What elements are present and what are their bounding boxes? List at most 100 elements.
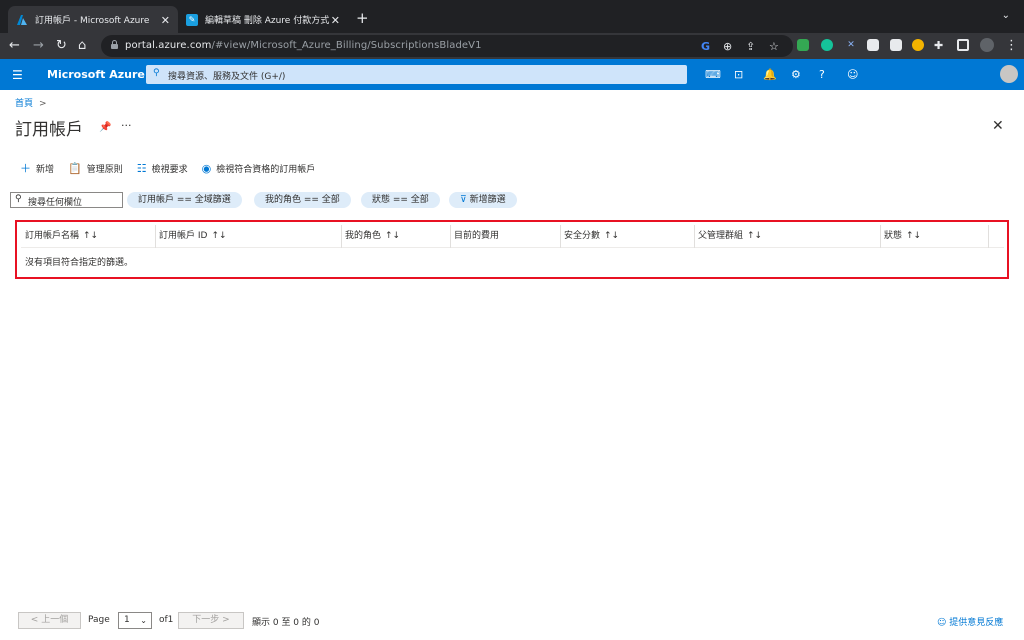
search-icon: ⚲ [15, 194, 22, 204]
column-header-label: 訂用帳戶名稱 [25, 231, 80, 241]
add-button[interactable]: ＋ 新增 [20, 160, 54, 176]
url-path: /#view/Microsoft_Azure_Billing/Subscript… [211, 40, 482, 51]
notion-icon[interactable] [867, 39, 879, 51]
notifications-bell-icon[interactable]: 🔔 [763, 68, 777, 81]
pagination: < 上一個 Page 1 ⌄ of1 下一步 > 顯示 0 至 0 的 0 [18, 612, 418, 629]
empty-grid-message: 沒有項目符合指定的篩選。 [25, 258, 134, 268]
extension-x-icon[interactable]: ✕ [845, 39, 857, 51]
forward-icon[interactable]: → [33, 38, 44, 53]
breadcrumb-chevron-icon: > [39, 99, 47, 109]
global-search-input[interactable]: ⚲ 搜尋資源、服務及文件 (G+/) [146, 65, 687, 84]
tab-title: 編輯草稿 刪除 Azure 付款方式 [205, 16, 330, 26]
profile-avatar[interactable] [980, 38, 994, 52]
filter-search-placeholder: 搜尋任何欄位 [28, 198, 83, 208]
google-icon[interactable]: G [701, 40, 710, 53]
settings-gear-icon[interactable]: ⚙ [791, 68, 801, 81]
back-icon[interactable]: ← [9, 38, 20, 53]
breadcrumb-home[interactable]: 首頁 [15, 99, 33, 109]
pin-icon[interactable]: 📌 [99, 122, 111, 133]
more-options-icon[interactable]: ··· [121, 119, 132, 132]
close-blade-icon[interactable]: ✕ [992, 118, 1004, 134]
page-title: 訂用帳戶 [15, 120, 83, 140]
feedback-icon: ☺ [937, 618, 947, 628]
sort-icon[interactable]: ↑↓ [747, 231, 762, 241]
sort-icon[interactable]: ↑↓ [211, 231, 226, 241]
directory-filter-icon[interactable]: ⊡ [734, 68, 743, 81]
clipboard-icon: 📋 [68, 161, 82, 175]
add-filter-button[interactable]: ⊽ 新增篩選 [449, 192, 517, 208]
close-tab-icon[interactable]: ✕ [331, 14, 340, 27]
browser-tab-bar: 訂用帳戶 - Microsoft Azure ✕ ✎ 編輯草稿 刪除 Azure… [0, 0, 1024, 33]
column-header-name[interactable]: 訂用帳戶名稱 ↑↓ [21, 225, 155, 248]
extension-face-icon[interactable] [912, 39, 924, 51]
give-feedback-link[interactable]: ☺ 提供意見反應 [937, 615, 1003, 628]
cloud-shell-icon[interactable]: ⌨ [705, 68, 721, 81]
add-filter-label: 新增篩選 [469, 195, 506, 205]
install-icon[interactable]: ⊕ [723, 40, 732, 53]
extension-chat-icon[interactable] [890, 39, 902, 51]
sort-icon[interactable]: ↑↓ [604, 231, 619, 241]
column-header-label: 狀態 [884, 231, 903, 241]
extension-leaf-icon[interactable] [797, 39, 809, 51]
filter-pill-role[interactable]: 我的角色 == 全部 [254, 192, 351, 208]
extensions-puzzle-icon[interactable]: ✚ [934, 38, 943, 53]
sort-icon[interactable]: ↑↓ [385, 231, 400, 241]
next-page-button[interactable]: 下一步 > [178, 612, 244, 629]
view-requests-label: 檢視要求 [151, 164, 188, 175]
filter-search-input[interactable]: ⚲ 搜尋任何欄位 [10, 192, 123, 208]
new-tab-icon[interactable]: + [356, 9, 369, 27]
column-header-secure-score[interactable]: 安全分數 ↑↓ [560, 225, 694, 248]
help-icon[interactable]: ? [819, 68, 825, 81]
share-icon[interactable]: ⇪ [746, 40, 755, 53]
filter-pill-subscription[interactable]: 訂用帳戶 == 全域篩選 [127, 192, 242, 208]
address-bar[interactable]: portal.azure.com/#view/Microsoft_Azure_B… [101, 35, 793, 57]
tab-subscriptions[interactable]: 訂用帳戶 - Microsoft Azure ✕ [8, 6, 178, 33]
side-panel-icon[interactable] [957, 39, 969, 51]
grammarly-icon[interactable] [821, 39, 833, 51]
view-eligible-label: 檢視符合資格的訂用帳戶 [216, 164, 316, 175]
column-header-parent-group[interactable]: 父管理群組 ↑↓ [694, 225, 880, 248]
column-header-label: 父管理群組 [698, 231, 744, 241]
page-select[interactable]: 1 ⌄ [118, 612, 152, 629]
tab-search-chevron-icon[interactable]: ⌄ [1002, 10, 1010, 21]
azure-brand[interactable]: Microsoft Azure [47, 68, 145, 81]
tab-draft[interactable]: ✎ 編輯草稿 刪除 Azure 付款方式 ✕ [178, 6, 348, 33]
feedback-person-icon[interactable]: ☺ [847, 68, 858, 81]
view-eligible-subscriptions-button[interactable]: ◉ 檢視符合資格的訂用帳戶 [202, 160, 316, 176]
user-avatar[interactable] [1000, 65, 1018, 83]
add-label: 新增 [36, 164, 55, 175]
sort-icon[interactable]: ↑↓ [906, 231, 921, 241]
sort-icon[interactable]: ↑↓ [83, 231, 98, 241]
command-bar: ＋ 新增 📋 管理原則 ☷ 檢視要求 ◉ 檢視符合資格的訂用帳戶 [20, 160, 315, 176]
reload-icon[interactable]: ↻ [56, 38, 67, 53]
results-summary: 顯示 0 至 0 的 0 [252, 618, 320, 628]
grid-header-row: 訂用帳戶名稱 ↑↓ 訂用帳戶 ID ↑↓ 我的角色 ↑↓ 目前的費用 安全分數 ↑↓ 父… [21, 225, 1004, 248]
search-placeholder: 搜尋資源、服務及文件 (G+/) [168, 72, 286, 82]
column-header-role[interactable]: 我的角色 ↑↓ [341, 225, 450, 248]
breadcrumb: 首頁 > [15, 96, 47, 109]
browser-menu-icon[interactable]: ⋮ [1005, 38, 1018, 53]
column-header-label: 我的角色 [345, 231, 382, 241]
search-icon: ⚲ [153, 68, 160, 78]
previous-page-button[interactable]: < 上一個 [18, 612, 81, 629]
add-filter-icon: ⊽ [460, 195, 467, 205]
tab-title: 訂用帳戶 - Microsoft Azure [35, 16, 150, 26]
azure-logo-icon [16, 14, 28, 26]
manage-policies-button[interactable]: 📋 管理原則 [68, 160, 123, 176]
filter-pill-status[interactable]: 狀態 == 全部 [361, 192, 440, 208]
column-header-label: 安全分數 [564, 231, 601, 241]
column-header-status[interactable]: 狀態 ↑↓ [880, 225, 988, 248]
column-header-id[interactable]: 訂用帳戶 ID ↑↓ [155, 225, 341, 248]
bookmark-star-icon[interactable]: ☆ [769, 40, 779, 53]
hamburger-menu-icon[interactable]: ☰ [12, 68, 23, 82]
subscriptions-grid-highlight: 訂用帳戶名稱 ↑↓ 訂用帳戶 ID ↑↓ 我的角色 ↑↓ 目前的費用 安全分數 ↑↓ 父… [15, 220, 1009, 279]
home-icon[interactable]: ⌂ [78, 38, 86, 53]
view-requests-button[interactable]: ☷ 檢視要求 [137, 160, 188, 176]
column-header-cost[interactable]: 目前的費用 [450, 225, 560, 248]
close-tab-icon[interactable]: ✕ [161, 14, 170, 27]
column-header-label: 訂用帳戶 ID [159, 231, 208, 241]
page-select-value: 1 [124, 615, 130, 625]
edit-draft-icon: ✎ [186, 13, 198, 26]
feedback-label: 提供意見反應 [949, 618, 1004, 628]
column-separator[interactable] [988, 225, 989, 248]
